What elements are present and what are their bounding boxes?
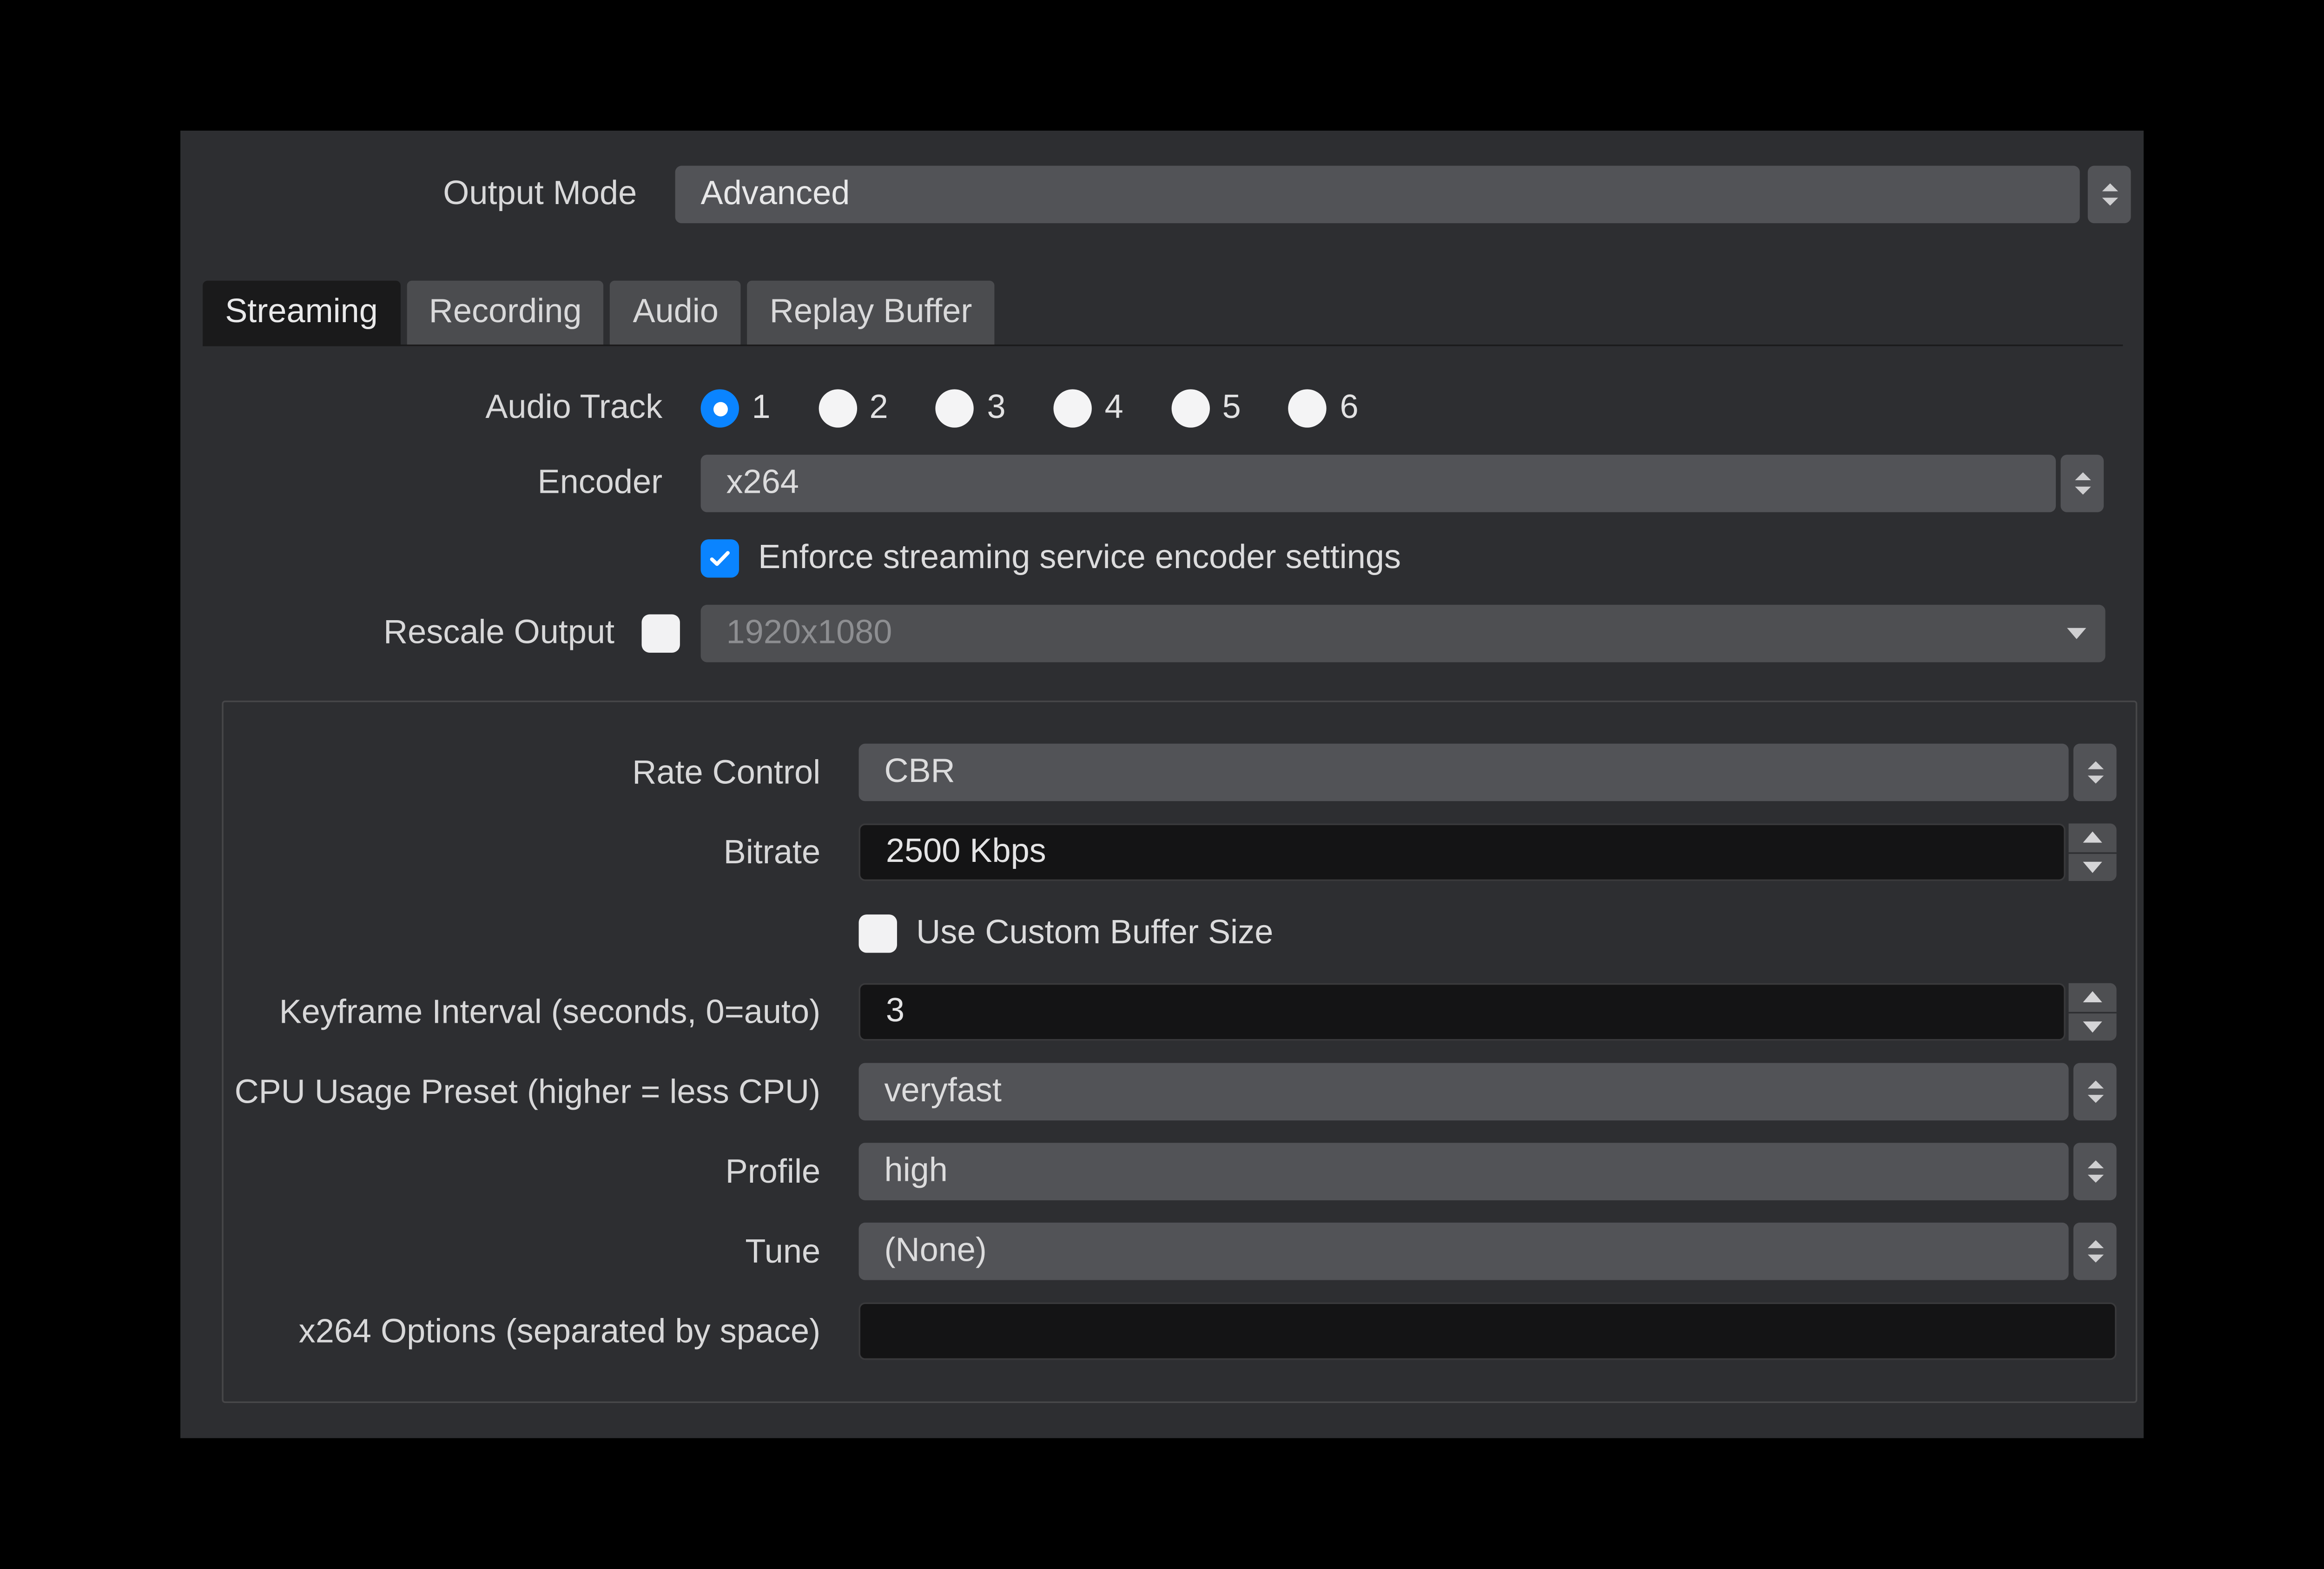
bitrate-spinner[interactable] [2069, 824, 2117, 881]
check-icon [707, 546, 733, 571]
keyframe-input[interactable]: 3 [859, 983, 2066, 1041]
audio-track-2[interactable]: 2 [819, 390, 888, 428]
custom-buffer-checkbox[interactable] [859, 914, 897, 952]
audio-track-1-label: 1 [752, 390, 770, 428]
chevron-down-icon [2083, 1021, 2102, 1033]
audio-track-3-label: 3 [987, 390, 1006, 428]
audio-track-5-label: 5 [1222, 390, 1241, 428]
radio-icon [701, 390, 739, 428]
audio-track-5[interactable]: 5 [1171, 390, 1241, 428]
audio-track-6-label: 6 [1340, 390, 1359, 428]
audio-track-4[interactable]: 4 [1054, 390, 1123, 428]
bitrate-input[interactable]: 2500 Kbps [859, 824, 2066, 881]
audio-track-6[interactable]: 6 [1289, 390, 1359, 428]
chevron-up-icon [2083, 832, 2102, 843]
radio-icon [1289, 390, 1327, 428]
bitrate-label: Bitrate [224, 834, 840, 872]
bitrate-up-button[interactable] [2069, 824, 2117, 854]
cpu-preset-select[interactable]: veryfast [859, 1063, 2069, 1121]
radio-icon [1054, 390, 1092, 428]
x264-options-input[interactable] [859, 1303, 2117, 1360]
output-mode-value: Advanced [701, 175, 850, 213]
keyframe-down-button[interactable] [2069, 1013, 2117, 1041]
tune-value: (None) [884, 1232, 986, 1271]
tab-recording[interactable]: Recording [407, 281, 604, 346]
cpu-preset-stepper-icon[interactable] [2073, 1063, 2117, 1121]
tab-audio[interactable]: Audio [610, 281, 741, 346]
profile-label: Profile [224, 1153, 840, 1192]
profile-select[interactable]: high [859, 1143, 2069, 1200]
tab-streaming[interactable]: Streaming [203, 281, 400, 346]
rate-control-label: Rate Control [224, 754, 840, 792]
keyframe-spinner[interactable] [2069, 983, 2117, 1041]
encoder-label: Encoder [180, 464, 681, 503]
bitrate-value: 2500 Kbps [886, 833, 1046, 871]
tab-replay-buffer[interactable]: Replay Buffer [747, 281, 995, 346]
audio-track-2-label: 2 [869, 390, 888, 428]
encoder-stepper-icon[interactable] [2060, 455, 2104, 512]
tabs-divider [203, 344, 2123, 346]
radio-icon [1171, 390, 1209, 428]
chevron-up-icon [2083, 992, 2102, 1003]
rescale-output-label: Rescale Output [180, 615, 634, 653]
radio-icon [936, 390, 974, 428]
audio-track-3[interactable]: 3 [936, 390, 1006, 428]
output-mode-stepper-icon[interactable] [2088, 166, 2131, 224]
tune-label: Tune [224, 1233, 840, 1271]
profile-value: high [884, 1152, 947, 1191]
profile-stepper-icon[interactable] [2073, 1143, 2117, 1200]
audio-track-1[interactable]: 1 [701, 390, 771, 428]
output-settings-panel: Output Mode Advanced Streaming Recording… [180, 131, 2144, 1438]
output-tabs: Streaming Recording Audio Replay Buffer [203, 281, 994, 346]
rescale-output-select[interactable]: 1920x1080 [701, 605, 2106, 662]
custom-buffer-label: Use Custom Buffer Size [916, 914, 1273, 952]
cpu-preset-label: CPU Usage Preset (higher = less CPU) [224, 1073, 840, 1112]
enforce-label: Enforce streaming service encoder settin… [758, 539, 1401, 577]
radio-icon [819, 390, 857, 428]
encoder-select[interactable]: x264 [701, 455, 2056, 512]
chevron-down-icon [2067, 628, 2086, 639]
output-mode-label: Output Mode [180, 175, 656, 213]
tune-stepper-icon[interactable] [2073, 1223, 2117, 1280]
keyframe-label: Keyframe Interval (seconds, 0=auto) [224, 993, 840, 1032]
rescale-output-value: 1920x1080 [726, 615, 892, 653]
chevron-down-icon [2083, 861, 2102, 873]
keyframe-value: 3 [886, 993, 905, 1031]
audio-track-4-label: 4 [1105, 390, 1123, 428]
keyframe-up-button[interactable] [2069, 983, 2117, 1013]
rate-control-stepper-icon[interactable] [2073, 744, 2117, 801]
cpu-preset-value: veryfast [884, 1072, 1002, 1111]
rate-control-select[interactable]: CBR [859, 744, 2069, 801]
encoder-settings-group: Rate Control CBR Bitrate 2500 Kbps [222, 701, 2137, 1403]
output-mode-row: Output Mode Advanced [180, 166, 2144, 224]
enforce-checkbox[interactable] [701, 539, 739, 577]
bitrate-down-button[interactable] [2069, 853, 2117, 881]
tune-select[interactable]: (None) [859, 1223, 2069, 1280]
encoder-value: x264 [726, 464, 799, 503]
rescale-output-checkbox[interactable] [641, 615, 680, 653]
rate-control-value: CBR [884, 754, 955, 792]
audio-track-label: Audio Track [180, 390, 681, 428]
audio-track-radios: 1 2 3 4 5 6 [701, 390, 1359, 428]
x264-options-label: x264 Options (separated by space) [224, 1313, 840, 1351]
output-mode-select[interactable]: Advanced [675, 166, 2080, 224]
